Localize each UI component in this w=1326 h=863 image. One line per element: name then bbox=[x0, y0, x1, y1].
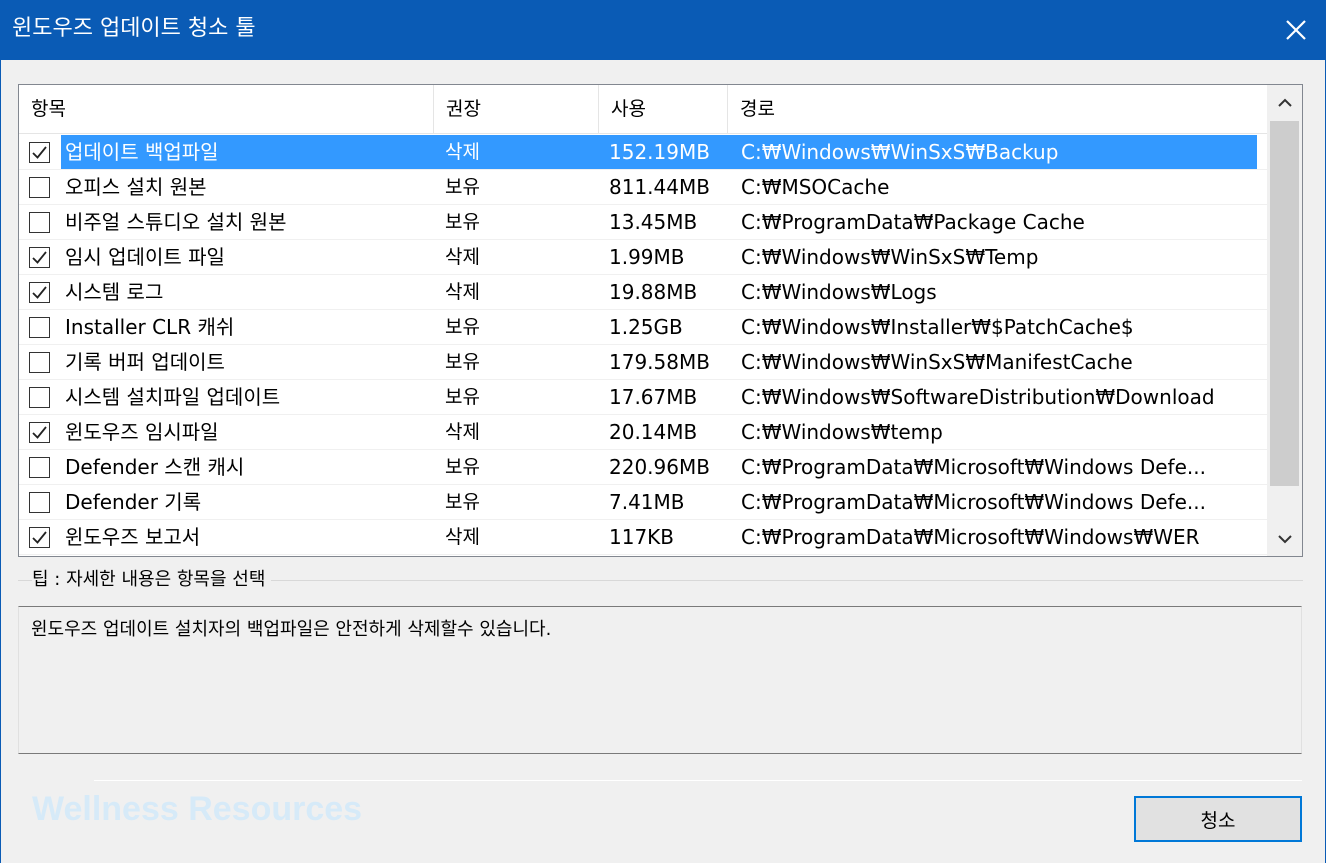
row-item-name: 임시 업데이트 파일 bbox=[65, 245, 225, 269]
scrollbar-thumb[interactable] bbox=[1270, 121, 1299, 486]
row-usage: 1.99MB bbox=[609, 245, 685, 269]
checkmark-icon bbox=[32, 531, 47, 544]
table-row[interactable]: 업데이트 백업파일 삭제 152.19MB C:₩Windows₩WinSxS₩Bac… bbox=[19, 135, 1267, 170]
row-item-name: 윈도우즈 임시파일 bbox=[65, 420, 219, 444]
row-path: C:₩ProgramData₩Microsoft₩Windows Defe... bbox=[741, 490, 1206, 514]
row-item-name: 오피스 설치 원본 bbox=[65, 175, 207, 199]
row-usage: 179.58MB bbox=[609, 350, 710, 374]
row-usage: 811.44MB bbox=[609, 175, 710, 199]
row-checkbox[interactable] bbox=[29, 457, 50, 478]
row-path: C:₩Windows₩WinSxS₩ManifestCache bbox=[741, 350, 1133, 374]
row-recommendation: 보유 bbox=[445, 456, 480, 478]
row-recommendation: 삭제 bbox=[445, 246, 480, 268]
table-row[interactable]: 임시 업데이트 파일 삭제 1.99MB C:₩Windows₩WinSxS₩Temp bbox=[19, 240, 1267, 275]
checkmark-icon bbox=[32, 146, 47, 159]
row-recommendation: 보유 bbox=[445, 176, 480, 198]
scroll-up-button[interactable] bbox=[1267, 85, 1302, 120]
column-header-recommend[interactable]: 권장 bbox=[434, 85, 598, 134]
row-path: C:₩Windows₩temp bbox=[741, 420, 943, 444]
row-item-name: 시스템 로그 bbox=[65, 280, 164, 304]
row-path: C:₩Windows₩Logs bbox=[741, 280, 937, 304]
row-recommendation: 보유 bbox=[445, 386, 480, 408]
column-header-item[interactable]: 항목 bbox=[19, 85, 433, 134]
row-item-name: Installer CLR 캐쉬 bbox=[65, 315, 235, 339]
row-checkbox[interactable] bbox=[29, 527, 50, 548]
row-recommendation: 보유 bbox=[445, 316, 480, 338]
row-usage: 19.88MB bbox=[609, 280, 698, 304]
close-icon bbox=[1286, 20, 1306, 40]
row-usage: 220.96MB bbox=[609, 455, 710, 479]
row-checkbox[interactable] bbox=[29, 422, 50, 443]
row-path: C:₩Windows₩SoftwareDistribution₩Download bbox=[741, 385, 1215, 409]
row-recommendation: 삭제 bbox=[445, 526, 480, 548]
table-row[interactable]: 시스템 로그 삭제 19.88MB C:₩Windows₩Logs bbox=[19, 275, 1267, 310]
vertical-scrollbar[interactable] bbox=[1267, 85, 1302, 556]
row-path: C:₩Windows₩WinSxS₩Temp bbox=[741, 245, 1039, 269]
row-checkbox[interactable] bbox=[29, 352, 50, 373]
scroll-down-button[interactable] bbox=[1267, 521, 1302, 556]
row-item-name: Defender 스캔 캐시 bbox=[65, 455, 245, 479]
row-path: C:₩MSOCache bbox=[741, 175, 890, 199]
row-path: C:₩Windows₩Installer₩$PatchCache$ bbox=[741, 315, 1134, 339]
checkmark-icon bbox=[32, 286, 47, 299]
row-checkbox[interactable] bbox=[29, 387, 50, 408]
row-item-name: Defender 기록 bbox=[65, 490, 202, 514]
chevron-down-icon bbox=[1277, 534, 1292, 543]
row-recommendation: 보유 bbox=[445, 491, 480, 513]
row-recommendation: 삭제 bbox=[445, 141, 480, 163]
table-row[interactable]: Defender 기록 보유 7.41MB C:₩ProgramData₩Micros… bbox=[19, 485, 1267, 520]
row-path: C:₩ProgramData₩Microsoft₩Windows₩WER bbox=[741, 525, 1200, 549]
column-header-path[interactable]: 경로 bbox=[728, 85, 1267, 134]
row-item-name: 업데이트 백업파일 bbox=[65, 140, 219, 164]
table-row[interactable]: 기록 버퍼 업데이트 보유 179.58MB C:₩Windows₩WinSxS₩Ma… bbox=[19, 345, 1267, 380]
row-usage: 117KB bbox=[609, 525, 675, 549]
table-row[interactable]: Installer CLR 캐쉬 보유 1.25GB C:₩Windows₩Insta… bbox=[19, 310, 1267, 345]
cleanup-list[interactable]: 항목 권장 사용 경로 업데이트 백업파일 삭제 152.19MB C:₩Window… bbox=[18, 84, 1303, 557]
row-recommendation: 보유 bbox=[445, 211, 480, 233]
row-checkbox[interactable] bbox=[29, 492, 50, 513]
row-usage: 20.14MB bbox=[609, 420, 698, 444]
row-recommendation: 보유 bbox=[445, 351, 480, 373]
checkmark-icon bbox=[32, 426, 47, 439]
window-title: 윈도우즈 업데이트 청소 툴 bbox=[12, 16, 256, 41]
table-row[interactable]: 비주얼 스튜디오 설치 원본 보유 13.45MB C:₩ProgramData₩Pa… bbox=[19, 205, 1267, 240]
row-item-name: 기록 버퍼 업데이트 bbox=[65, 350, 225, 374]
row-item-name: 윈도우즈 보고서 bbox=[65, 525, 201, 549]
table-row[interactable]: 윈도우즈 임시파일 삭제 20.14MB C:₩Windows₩temp bbox=[19, 415, 1267, 450]
checkmark-icon bbox=[32, 251, 47, 264]
divider bbox=[94, 780, 1302, 781]
watermark-logo: Wellness Resources bbox=[32, 790, 363, 828]
table-row[interactable]: 오피스 설치 원본 보유 811.44MB C:₩MSOCache bbox=[19, 170, 1267, 205]
close-button[interactable] bbox=[1266, 0, 1326, 60]
table-row[interactable]: Defender 스캔 캐시 보유 220.96MB C:₩ProgramData₩M… bbox=[19, 450, 1267, 485]
row-path: C:₩Windows₩WinSxS₩Backup bbox=[741, 140, 1059, 164]
row-path: C:₩ProgramData₩Package Cache bbox=[741, 210, 1085, 234]
row-checkbox[interactable] bbox=[29, 177, 50, 198]
row-usage: 7.41MB bbox=[609, 490, 685, 514]
list-header: 항목 권장 사용 경로 bbox=[19, 85, 1267, 134]
row-usage: 13.45MB bbox=[609, 210, 698, 234]
tip-label: 팁 : 자세한 내용은 항목을 선택 bbox=[32, 568, 272, 592]
row-usage: 1.25GB bbox=[609, 315, 683, 339]
clean-button[interactable]: 청소 bbox=[1134, 796, 1302, 842]
table-row[interactable]: 윈도우즈 보고서 삭제 117KB C:₩ProgramData₩Microsoft₩… bbox=[19, 520, 1267, 555]
table-row[interactable]: 시스템 설치파일 업데이트 보유 17.67MB C:₩Windows₩Softwar… bbox=[19, 380, 1267, 415]
tip-description-box: 윈도우즈 업데이트 설치자의 백업파일은 안전하게 삭제할수 있습니다. bbox=[18, 606, 1302, 754]
row-path: C:₩ProgramData₩Microsoft₩Windows Defe... bbox=[741, 455, 1206, 479]
row-checkbox[interactable] bbox=[29, 317, 50, 338]
row-checkbox[interactable] bbox=[29, 142, 50, 163]
row-usage: 152.19MB bbox=[609, 140, 710, 164]
column-header-usage[interactable]: 사용 bbox=[599, 85, 727, 134]
row-item-name: 비주얼 스튜디오 설치 원본 bbox=[65, 210, 287, 234]
chevron-up-icon bbox=[1277, 98, 1292, 107]
row-checkbox[interactable] bbox=[29, 282, 50, 303]
row-recommendation: 삭제 bbox=[445, 281, 480, 303]
tip-description: 윈도우즈 업데이트 설치자의 백업파일은 안전하게 삭제할수 있습니다. bbox=[31, 619, 552, 640]
title-bar: 윈도우즈 업데이트 청소 툴 bbox=[0, 0, 1326, 60]
row-usage: 17.67MB bbox=[609, 385, 698, 409]
row-checkbox[interactable] bbox=[29, 247, 50, 268]
row-recommendation: 삭제 bbox=[445, 421, 480, 443]
row-checkbox[interactable] bbox=[29, 212, 50, 233]
row-item-name: 시스템 설치파일 업데이트 bbox=[65, 385, 281, 409]
